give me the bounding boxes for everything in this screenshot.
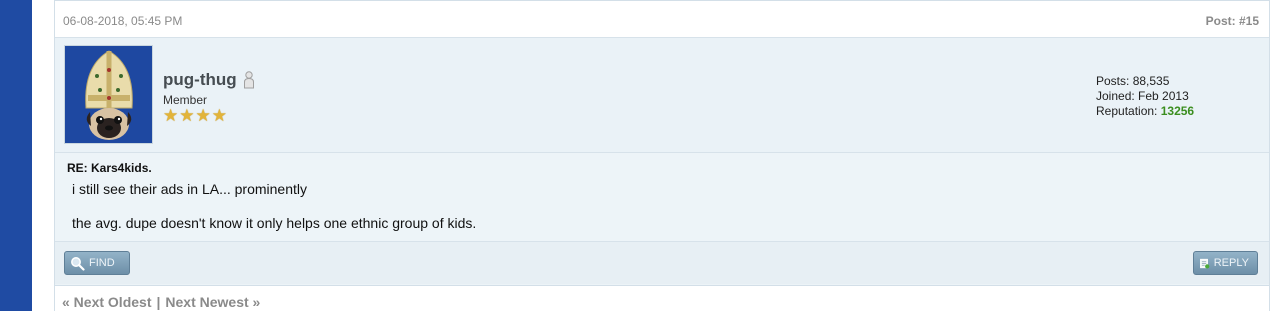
- forum-post: 06-08-2018, 05:45 PM Post: #15 pug-thug …: [54, 0, 1270, 286]
- posts-value: 88,535: [1132, 74, 1170, 88]
- post-header: 06-08-2018, 05:45 PM Post: #15: [55, 1, 1269, 38]
- username-row: pug-thug: [163, 70, 255, 90]
- next-oldest-link[interactable]: « Next Oldest: [62, 294, 151, 310]
- username-link[interactable]: pug-thug: [163, 70, 237, 90]
- user-title: Member: [163, 93, 208, 107]
- post-number-link[interactable]: Post: #15: [1206, 14, 1259, 28]
- reputation-value[interactable]: 13256: [1161, 104, 1194, 118]
- author-stats: Posts: 88,535 Joined: Feb 2013 Reputatio…: [1096, 74, 1194, 119]
- next-newest-link[interactable]: Next Newest »: [165, 294, 260, 310]
- page-gutter: [32, 0, 54, 311]
- left-sidebar-strip: [0, 0, 32, 311]
- star-icon: ★: [195, 106, 211, 125]
- post-body: RE: Kars4kids. i still see their ads in …: [55, 153, 1269, 242]
- post-footer: FIND REPLY: [55, 242, 1269, 284]
- star-icon: ★: [163, 106, 179, 125]
- star-icon: ★: [179, 106, 195, 125]
- author-panel: pug-thug Member ★ ★ ★ ★ Posts: 88,535 Jo…: [55, 38, 1269, 153]
- reply-page-icon: [1200, 258, 1210, 269]
- posts-label: Posts:: [1096, 74, 1130, 88]
- post-text-line-2: the avg. dupe doesn't know it only helps…: [72, 215, 477, 231]
- joined-label: Joined:: [1096, 89, 1135, 103]
- pager-separator: |: [156, 294, 161, 310]
- magnifier-icon: [71, 256, 85, 271]
- avatar[interactable]: [64, 45, 153, 144]
- reply-button[interactable]: REPLY: [1193, 251, 1258, 275]
- star-icon: ★: [211, 106, 227, 125]
- post-date: 06-08-2018, 05:45 PM: [63, 14, 183, 28]
- joined-stat: Joined: Feb 2013: [1096, 89, 1194, 104]
- offline-status-icon: [243, 71, 254, 89]
- find-button[interactable]: FIND: [64, 251, 130, 275]
- reply-button-label: REPLY: [1213, 257, 1249, 269]
- post-text-line-1: i still see their ads in LA... prominent…: [72, 181, 307, 197]
- user-rank-stars: ★ ★ ★ ★: [163, 107, 227, 124]
- thread-pager: « Next Oldest | Next Newest »: [62, 294, 260, 310]
- reputation-stat: Reputation: 13256: [1096, 104, 1194, 119]
- joined-value: Feb 2013: [1138, 89, 1189, 103]
- post-subject: RE: Kars4kids.: [67, 161, 152, 175]
- reputation-label: Reputation:: [1096, 104, 1158, 118]
- find-button-label: FIND: [89, 257, 115, 269]
- posts-stat: Posts: 88,535: [1096, 74, 1194, 89]
